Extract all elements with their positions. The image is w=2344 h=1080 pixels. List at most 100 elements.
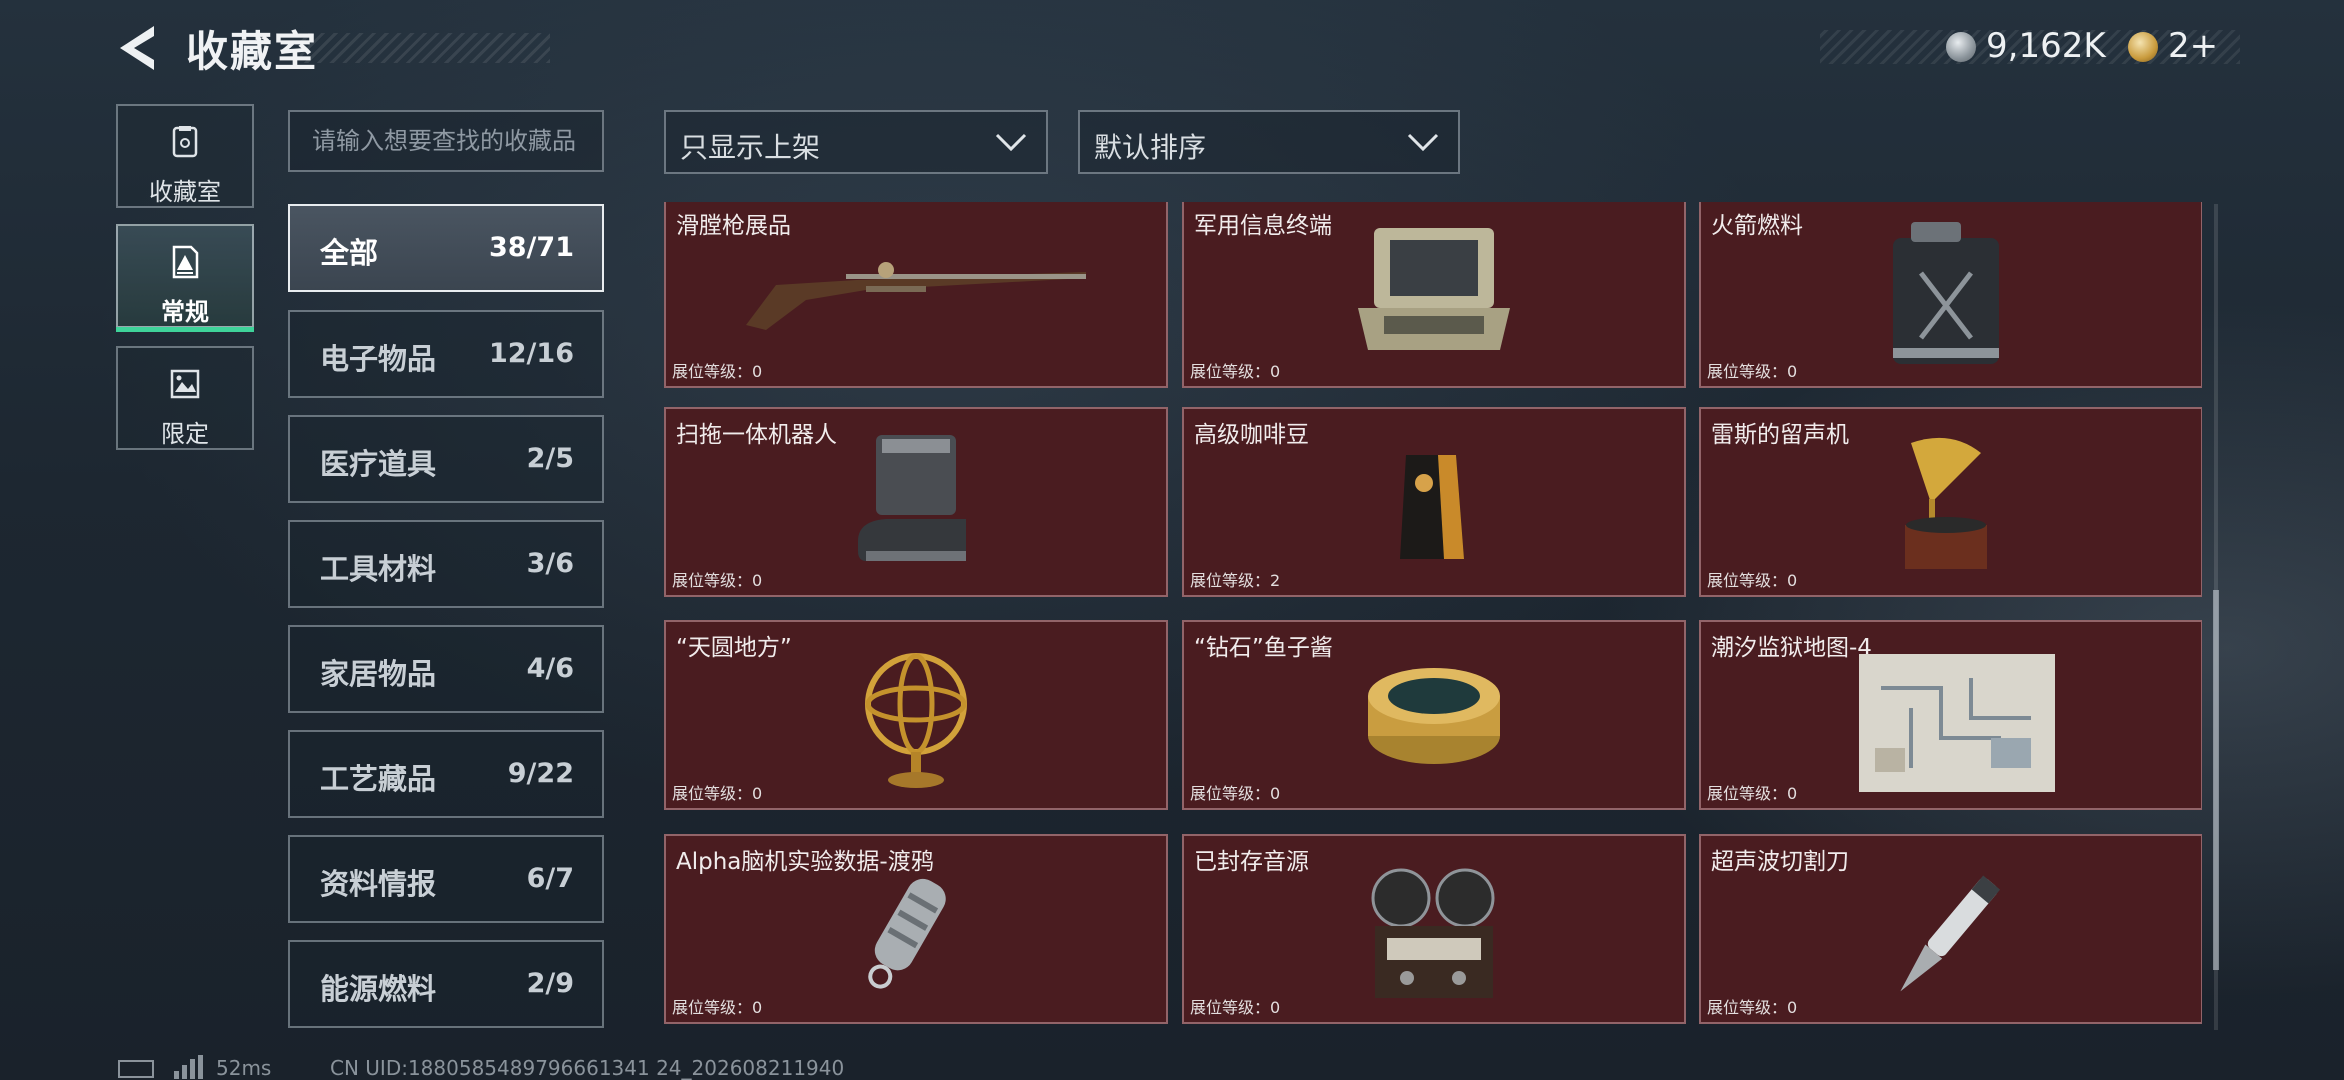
item-level: 展位等级：0 xyxy=(672,571,763,590)
item-card[interactable]: “钻石”鱼子酱 展位等级：0 xyxy=(1182,620,1686,810)
category-name: 电子物品 xyxy=(320,342,437,376)
token-icon xyxy=(2128,32,2158,62)
item-card[interactable]: 超声波切割刀 展位等级：0 xyxy=(1699,834,2202,1024)
item-card[interactable]: 火箭燃料 展位等级：0 xyxy=(1699,202,2202,388)
category-count: 38/71 xyxy=(488,232,574,263)
item-level: 展位等级：0 xyxy=(1190,362,1281,381)
side-tab-limited[interactable]: 限定 xyxy=(116,346,254,450)
musket-icon xyxy=(746,262,1086,330)
category-household[interactable]: 家居物品 4/6 xyxy=(288,625,604,713)
item-card[interactable]: 滑膛枪展品 展位等级：0 xyxy=(664,202,1168,388)
item-card[interactable]: 高级咖啡豆 展位等级：2 xyxy=(1182,407,1686,597)
caviar-tin-icon xyxy=(1368,668,1500,764)
fuel-canister-icon xyxy=(1893,222,1999,364)
side-tab-vault[interactable]: 收藏室 xyxy=(116,104,254,208)
category-count: 2/5 xyxy=(526,443,574,474)
item-level: 展位等级：0 xyxy=(1707,998,1798,1017)
rugged-terminal-icon xyxy=(1358,228,1510,350)
item-name: 超声波切割刀 xyxy=(1711,849,1849,875)
item-level: 展位等级：0 xyxy=(672,362,763,381)
side-tab-regular[interactable]: 常规 xyxy=(116,224,254,332)
filter-dropdown[interactable]: 只显示上架 xyxy=(664,110,1048,174)
item-name: “钻石”鱼子酱 xyxy=(1194,635,1333,661)
category-count: 9/22 xyxy=(507,758,574,789)
scrollbar-thumb[interactable] xyxy=(2213,590,2219,970)
category-count: 4/6 xyxy=(526,653,574,684)
side-tab-label: 收藏室 xyxy=(149,178,221,206)
item-name: 扫拖一体机器人 xyxy=(676,422,837,448)
item-level: 展位等级：2 xyxy=(1190,571,1281,590)
item-name: 雷斯的留声机 xyxy=(1711,422,1849,448)
coin-balance: 9,162K xyxy=(1986,26,2106,66)
item-level: 展位等级：0 xyxy=(1707,571,1798,590)
item-name: 已封存音源 xyxy=(1194,849,1309,875)
vault-icon xyxy=(172,126,198,158)
battery-icon xyxy=(118,1060,154,1078)
category-tools[interactable]: 工具材料 3/6 xyxy=(288,520,604,608)
search-input[interactable] xyxy=(288,110,604,172)
category-electronics[interactable]: 电子物品 12/16 xyxy=(288,310,604,398)
side-tab-label: 常规 xyxy=(161,298,209,326)
item-card[interactable]: Alpha脑机实验数据-渡鸦 展位等级：0 xyxy=(664,834,1168,1024)
category-crafts[interactable]: 工艺藏品 9/22 xyxy=(288,730,604,818)
limited-icon xyxy=(170,369,200,399)
item-name: 军用信息终端 xyxy=(1194,213,1332,239)
category-name: 工具材料 xyxy=(320,552,437,586)
coin-icon xyxy=(1946,32,1976,62)
category-medical[interactable]: 医疗道具 2/5 xyxy=(288,415,604,503)
item-card[interactable]: 雷斯的留声机 展位等级：0 xyxy=(1699,407,2202,597)
side-tab-label: 限定 xyxy=(161,420,209,448)
category-name: 资料情报 xyxy=(320,867,437,901)
reel-recorder-icon xyxy=(1371,868,1495,998)
item-name: 火箭燃料 xyxy=(1711,213,1803,239)
data-capsule-icon xyxy=(868,878,946,989)
item-level: 展位等级：0 xyxy=(1707,362,1798,381)
category-all[interactable]: 全部 38/71 xyxy=(288,204,604,292)
item-card[interactable]: 潮汐监狱地图-4 展位等级：0 xyxy=(1699,620,2202,810)
category-energy[interactable]: 能源燃料 2/9 xyxy=(288,940,604,1028)
user-uid: CN UID:1880585489796661341 24_2026082119… xyxy=(330,1056,845,1080)
category-name: 工艺藏品 xyxy=(320,762,437,796)
item-level: 展位等级：0 xyxy=(1707,784,1798,803)
gramophone-icon xyxy=(1905,437,1987,569)
category-count: 6/7 xyxy=(526,863,574,894)
item-name: “天圆地方” xyxy=(676,635,792,661)
category-name: 家居物品 xyxy=(320,657,437,691)
sort-dropdown[interactable]: 默认排序 xyxy=(1078,110,1460,174)
item-level: 展位等级：0 xyxy=(1190,998,1281,1017)
token-balance[interactable]: 2+ xyxy=(2168,26,2218,66)
item-level: 展位等级：0 xyxy=(672,784,763,803)
item-level: 展位等级：0 xyxy=(1190,784,1281,803)
item-name: 高级咖啡豆 xyxy=(1194,422,1309,448)
item-level: 展位等级：0 xyxy=(672,998,763,1017)
armillary-sphere-icon xyxy=(865,653,967,788)
item-card[interactable]: 扫拖一体机器人 展位等级：0 xyxy=(664,407,1168,597)
warning-doc-icon xyxy=(172,245,199,279)
category-count: 12/16 xyxy=(488,338,574,369)
title-decoration xyxy=(300,33,550,63)
chevron-down-icon xyxy=(1407,133,1439,152)
ultrasonic-cutter-icon xyxy=(1900,875,2001,992)
category-count: 2/9 xyxy=(526,968,574,999)
back-arrow-icon xyxy=(120,26,154,70)
item-card[interactable]: “天圆地方” 展位等级：0 xyxy=(664,620,1168,810)
category-intel[interactable]: 资料情报 6/7 xyxy=(288,835,604,923)
signal-icon xyxy=(174,1055,203,1079)
coffee-bag-icon xyxy=(1400,455,1464,559)
item-card[interactable]: 军用信息终端 展位等级：0 xyxy=(1182,202,1686,388)
item-name: 潮汐监狱地图-4 xyxy=(1711,635,1872,661)
ping-readout: 52ms xyxy=(216,1056,272,1080)
chevron-down-icon xyxy=(995,133,1027,152)
prison-map-icon xyxy=(1859,654,2055,792)
category-count: 3/6 xyxy=(526,548,574,579)
sort-selected: 默认排序 xyxy=(1094,131,1207,164)
back-button[interactable] xyxy=(114,22,162,74)
collection-grid[interactable]: 滑膛枪展品 展位等级：0 军用信息终端 展位等级：0 火箭燃料 展位等级：0 扫 xyxy=(662,202,2202,1032)
category-name: 全部 xyxy=(320,236,379,270)
robot-vacuum-icon xyxy=(858,435,966,561)
category-name: 能源燃料 xyxy=(320,972,437,1006)
item-card[interactable]: 已封存音源 展位等级：0 xyxy=(1182,834,1686,1024)
page-title: 收藏室 xyxy=(186,27,319,76)
category-name: 医疗道具 xyxy=(320,447,437,481)
filter-selected: 只显示上架 xyxy=(680,131,821,164)
